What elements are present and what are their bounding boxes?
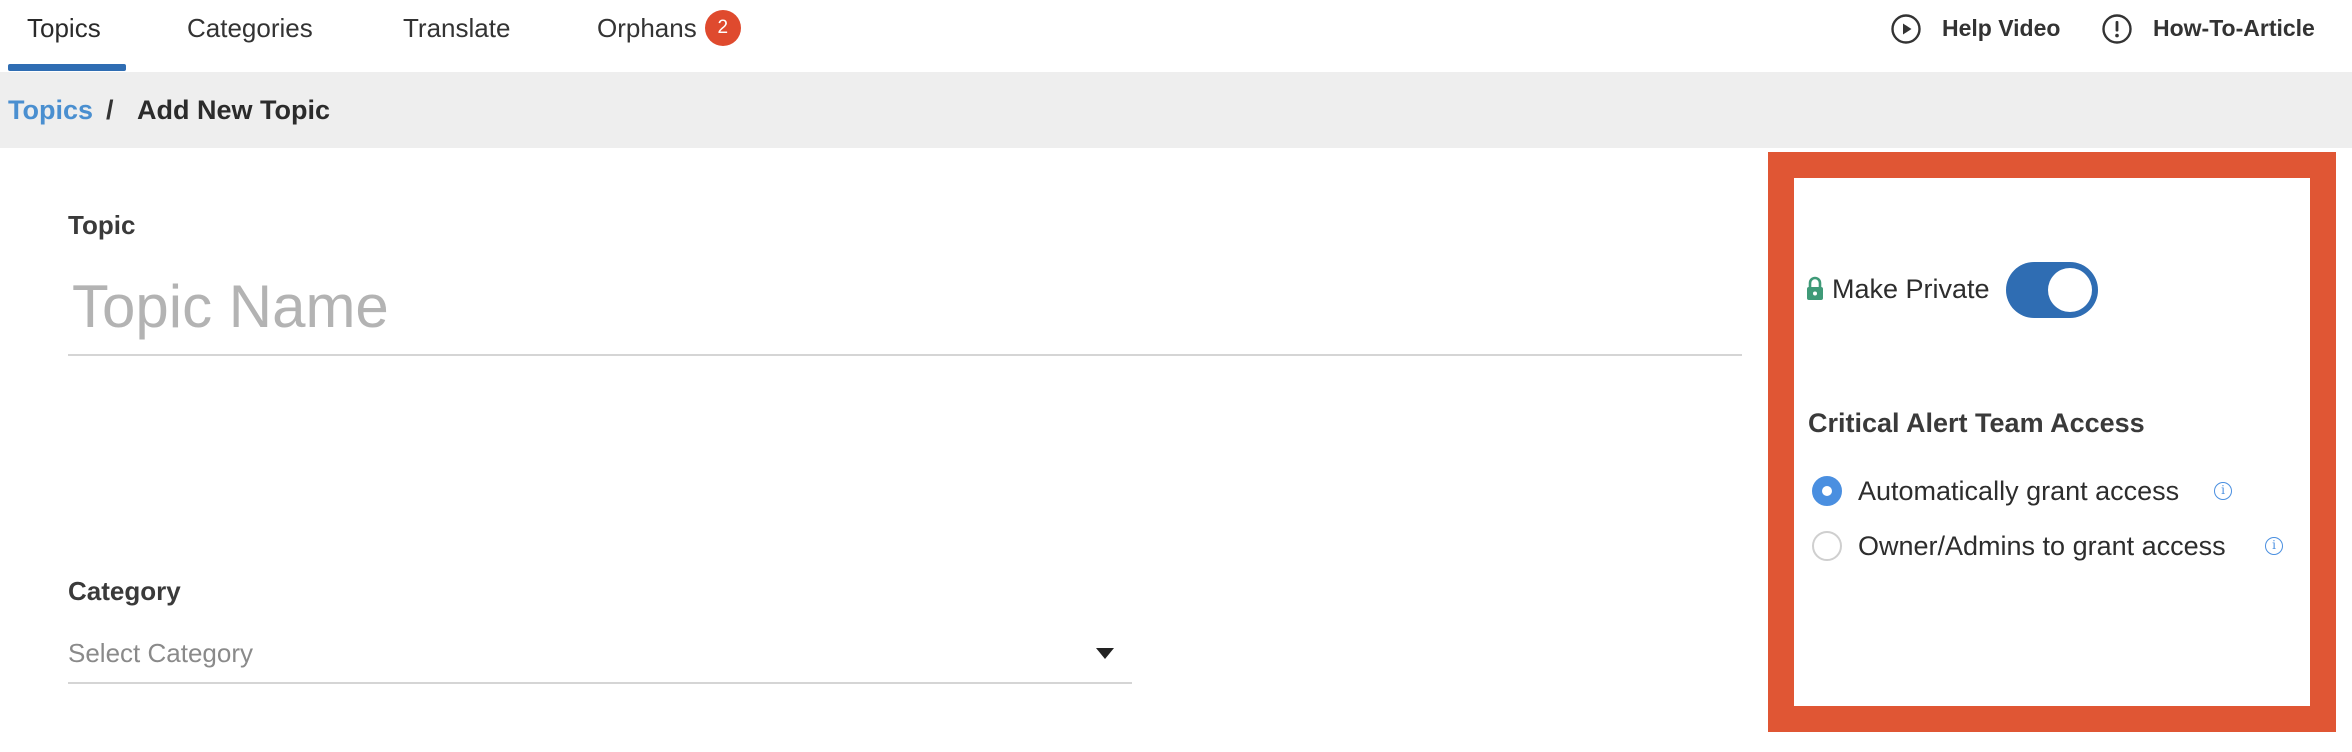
radio-button-selected[interactable] bbox=[1812, 476, 1842, 506]
make-private-label: Make Private bbox=[1832, 274, 1990, 304]
tab-orphans-label: Orphans bbox=[597, 13, 697, 43]
page-title: Add New Topic bbox=[137, 95, 330, 125]
radio-automatically-grant-label: Automatically grant access bbox=[1858, 476, 2180, 506]
breadcrumb: Topics / Add New Topic bbox=[0, 72, 2352, 148]
help-video-label: Help Video bbox=[1942, 15, 2061, 41]
top-tab-bar: Topics Categories Translate Orphans 2 Hel… bbox=[0, 0, 2352, 72]
critical-alert-access-heading: Critical Alert Team Access bbox=[1808, 408, 2145, 438]
topic-name-input[interactable] bbox=[68, 258, 1750, 354]
radio-owner-admins-label: Owner/Admins to grant access bbox=[1858, 531, 2226, 561]
category-select[interactable]: Select Category bbox=[68, 630, 1132, 686]
help-video-link[interactable]: Help Video bbox=[1890, 0, 2060, 56]
topic-input-underline bbox=[68, 354, 1742, 356]
play-circle-icon bbox=[1891, 14, 1921, 44]
category-field-label: Category bbox=[68, 576, 181, 606]
tab-topics-label: Topics bbox=[27, 13, 101, 43]
tab-translate[interactable]: Translate bbox=[403, 0, 510, 72]
tab-orphans[interactable]: Orphans 2 bbox=[597, 0, 741, 72]
make-private-toggle[interactable] bbox=[2006, 262, 2098, 318]
caret-down-icon bbox=[1096, 648, 1114, 659]
radio-button-unselected[interactable] bbox=[1812, 531, 1842, 561]
info-icon[interactable]: i bbox=[2214, 482, 2232, 500]
topic-field-label: Topic bbox=[68, 210, 136, 240]
toggle-knob bbox=[2048, 268, 2092, 312]
tab-translate-label: Translate bbox=[403, 13, 511, 43]
active-tab-indicator bbox=[8, 64, 126, 71]
how-to-article-label: How-To-Article bbox=[2153, 15, 2315, 41]
orphans-count-badge: 2 bbox=[704, 10, 741, 47]
tab-categories[interactable]: Categories bbox=[187, 0, 313, 72]
category-select-underline bbox=[68, 682, 1132, 684]
breadcrumb-separator: / bbox=[106, 95, 114, 125]
exclamation-circle-icon bbox=[2102, 14, 2132, 44]
privacy-settings-panel bbox=[1768, 152, 2336, 732]
tab-categories-label: Categories bbox=[187, 13, 313, 43]
category-select-placeholder: Select Category bbox=[68, 638, 253, 668]
lock-icon bbox=[1807, 276, 1823, 300]
tab-topics[interactable]: Topics bbox=[27, 0, 101, 72]
how-to-article-link[interactable]: How-To-Article bbox=[2101, 0, 2315, 56]
info-icon[interactable]: i bbox=[2265, 537, 2283, 555]
breadcrumb-topics-link[interactable]: Topics bbox=[8, 72, 93, 148]
